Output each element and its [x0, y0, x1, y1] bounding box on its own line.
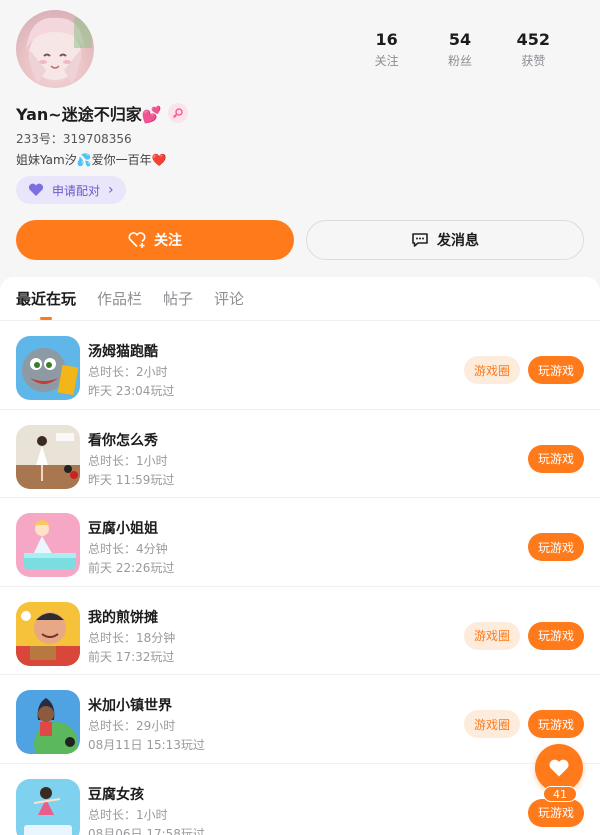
heart-icon: [28, 183, 44, 196]
game-circle-button[interactable]: 游戏圈: [464, 710, 520, 738]
pair-label: 申请配对: [52, 183, 101, 198]
stat-likes[interactable]: 452 获赞: [497, 30, 570, 69]
list-item[interactable]: 我的煎饼摊 总时长：18分钟 前天 17:32玩过 游戏圈 玩游戏: [0, 587, 600, 675]
game-title: 汤姆猫跑酷: [88, 344, 158, 360]
game-icon-show[interactable]: [16, 424, 80, 489]
avatar[interactable]: [16, 10, 94, 88]
list-item[interactable]: 米加小镇世界 总时长：29小时 08月11日 15:13玩过 游戏圈 玩游戏: [0, 675, 600, 764]
game-circle-button[interactable]: 游戏圈: [464, 621, 520, 650]
game-title: 米加小镇世界: [88, 698, 172, 714]
stat-number: 452: [516, 30, 551, 49]
game-title: 我的煎饼摊: [88, 609, 158, 626]
game-icon-tofu-girl[interactable]: [16, 778, 80, 835]
play-game-button[interactable]: 玩游戏: [528, 621, 584, 650]
female-icon: [167, 103, 188, 123]
game-duration: 总时长：1小时: [88, 453, 168, 468]
game-icon-pancake-stall[interactable]: [16, 601, 80, 666]
game-last-played: 08月06日 17:58玩过: [88, 826, 205, 835]
game-last-played: 前天 22:26玩过: [88, 561, 175, 575]
play-game-button[interactable]: 玩游戏: [528, 533, 584, 561]
stat-following[interactable]: 16 关注: [350, 30, 423, 69]
profile-header: 16 关注 54 粉丝 452 获赞 Yan~迷途不归家💕 233号：31970…: [0, 0, 600, 278]
play-game-button[interactable]: 玩游戏: [528, 710, 584, 738]
chevron-right-icon: ›: [108, 182, 114, 198]
stats-bar: 16 关注 54 粉丝 452 获赞: [350, 30, 570, 69]
profile-page: 16 关注 54 粉丝 452 获赞 Yan~迷途不归家💕 233号：31970…: [0, 0, 600, 835]
game-last-played: 前天 17:32玩过: [88, 649, 175, 664]
tab-posts[interactable]: 帖子: [163, 277, 193, 320]
stat-number: 54: [448, 30, 472, 49]
play-game-button[interactable]: 玩游戏: [528, 444, 584, 473]
tab-bar: 最近在玩 作品栏 帖子 评论: [0, 277, 600, 321]
user-bio: 姐妹Yam汐💦爱你一百年❤️: [16, 153, 167, 167]
list-item[interactable]: 豆腐小姐姐 总时长：4分钟 前天 22:26玩过 玩游戏: [0, 498, 600, 587]
like-fab-button[interactable]: [535, 744, 583, 792]
game-title: 看你怎么秀: [88, 432, 158, 449]
play-game-button[interactable]: 玩游戏: [528, 798, 584, 827]
user-id: 233号：319708356: [16, 132, 132, 146]
name-row: Yan~迷途不归家💕: [16, 101, 188, 125]
play-game-button[interactable]: 玩游戏: [528, 356, 584, 384]
tab-works[interactable]: 作品栏: [97, 277, 142, 320]
heart-icon: [549, 759, 569, 777]
game-duration: 总时长：18分钟: [88, 630, 176, 645]
game-icon-tom-cat[interactable]: [16, 336, 80, 400]
pair-request-button[interactable]: 申请配对 ›: [16, 176, 126, 204]
game-icon-miga-town[interactable]: [16, 690, 80, 754]
stat-followers[interactable]: 54 粉丝: [423, 30, 496, 69]
game-duration: 总时长：29小时: [88, 719, 176, 733]
follow-button[interactable]: 关注: [16, 220, 294, 260]
message-label: 发消息: [437, 233, 479, 249]
stat-label: 粉丝: [447, 54, 472, 68]
list-item[interactable]: 汤姆猫跑酷 总时长：2小时 昨天 23:04玩过 游戏圈 玩游戏: [0, 321, 600, 410]
heart-plus-icon: [128, 232, 146, 248]
content-card: 最近在玩 作品栏 帖子 评论 汤姆猫跑酷 总时长：2小时 昨天 23:04玩过 …: [0, 277, 600, 835]
tab-comments[interactable]: 评论: [214, 277, 244, 320]
tab-recent-played[interactable]: 最近在玩: [16, 277, 76, 320]
game-last-played: 昨天 23:04玩过: [88, 384, 175, 398]
chat-bubble-icon: [412, 233, 428, 247]
stat-number: 16: [375, 30, 398, 49]
stat-label: 获赞: [521, 54, 546, 68]
game-duration: 总时长：2小时: [88, 365, 168, 379]
game-title: 豆腐小姐姐: [88, 521, 158, 537]
tab-active-indicator: [40, 317, 52, 320]
game-duration: 总时长：4分钟: [88, 542, 168, 556]
game-duration: 总时长：1小时: [88, 807, 168, 822]
game-last-played: 昨天 11:59玩过: [88, 472, 175, 487]
game-title: 豆腐女孩: [88, 786, 144, 803]
list-item[interactable]: 看你怎么秀 总时长：1小时 昨天 11:59玩过 玩游戏: [0, 410, 600, 498]
game-icon-tofu-lady[interactable]: [16, 513, 80, 577]
stat-label: 关注: [374, 54, 399, 68]
game-circle-button[interactable]: 游戏圈: [464, 356, 520, 384]
follow-label: 关注: [154, 233, 182, 249]
like-count-badge: 41: [543, 786, 577, 802]
user-name: Yan~迷途不归家💕: [16, 105, 162, 124]
list-item[interactable]: 豆腐女孩 总时长：1小时 08月06日 17:58玩过 玩游戏: [0, 764, 600, 835]
message-button[interactable]: 发消息: [306, 220, 584, 260]
game-last-played: 08月11日 15:13玩过: [88, 738, 205, 752]
game-list: 汤姆猫跑酷 总时长：2小时 昨天 23:04玩过 游戏圈 玩游戏 看你怎么秀 总…: [0, 321, 600, 835]
